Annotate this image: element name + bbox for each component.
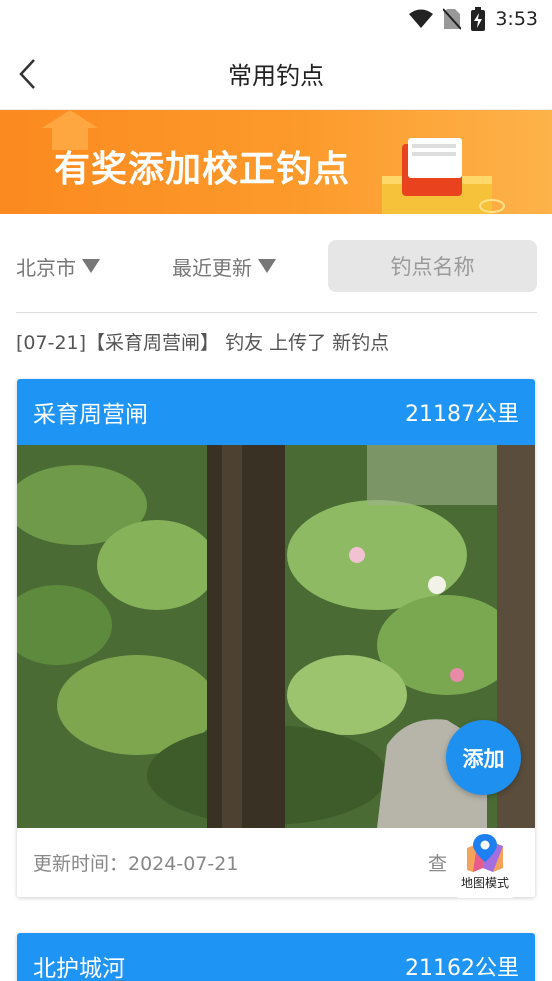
battery-charging-icon: [471, 7, 486, 31]
nav-bar: 常用钓点: [0, 38, 552, 110]
chevron-left-icon: [19, 59, 35, 89]
city-filter-label: 北京市: [16, 255, 76, 280]
sort-filter[interactable]: 最近更新: [172, 252, 328, 281]
map-mode-label: 地图模式: [460, 876, 509, 890]
spot-search-input[interactable]: 钓点名称: [328, 240, 537, 292]
sort-filter-label: 最近更新: [172, 255, 252, 280]
city-filter[interactable]: 北京市: [16, 252, 172, 281]
wifi-icon: [409, 9, 434, 29]
spot-card-header: 采育周营闸 21187公里: [17, 379, 535, 445]
spot-name: 北护城河: [33, 956, 125, 981]
book-decor-icon: [382, 138, 505, 214]
update-time: 更新时间：2024-07-21: [33, 853, 239, 875]
search-placeholder: 钓点名称: [390, 255, 475, 279]
triangle-down-icon: [258, 259, 276, 273]
status-bar: 3:53: [0, 0, 552, 38]
filter-row: 北京市 最近更新 钓点名称: [16, 240, 537, 292]
promo-banner[interactable]: 有奖添加校正钓点: [0, 110, 552, 214]
map-pin-icon: [467, 834, 503, 872]
upload-notice: [07-21]【采育周营闸】 钓友 上传了 新钓点: [16, 332, 390, 354]
banner-text: 有奖添加校正钓点: [54, 149, 351, 190]
spot-distance: 21162公里: [405, 956, 519, 981]
spot-card-header: 北护城河 21162公里: [17, 933, 535, 981]
page-title: 常用钓点: [228, 62, 324, 90]
add-spot-label: 添加: [462, 746, 505, 771]
status-time: 3:53: [495, 8, 538, 30]
triangle-down-icon: [82, 259, 100, 273]
spot-card[interactable]: 采育周营闸 21187公里 更新时间：2024-07-21 查: [17, 379, 535, 897]
view-link[interactable]: 查: [428, 849, 447, 876]
no-sim-icon: [443, 8, 462, 30]
spot-name: 采育周营闸: [33, 402, 148, 428]
spot-card[interactable]: 北护城河 21162公里: [17, 933, 535, 981]
add-spot-button[interactable]: 添加: [446, 720, 521, 795]
back-button[interactable]: [10, 54, 46, 94]
map-mode-button[interactable]: 地图模式: [452, 830, 518, 898]
divider: [16, 312, 537, 313]
spot-distance: 21187公里: [405, 402, 519, 427]
